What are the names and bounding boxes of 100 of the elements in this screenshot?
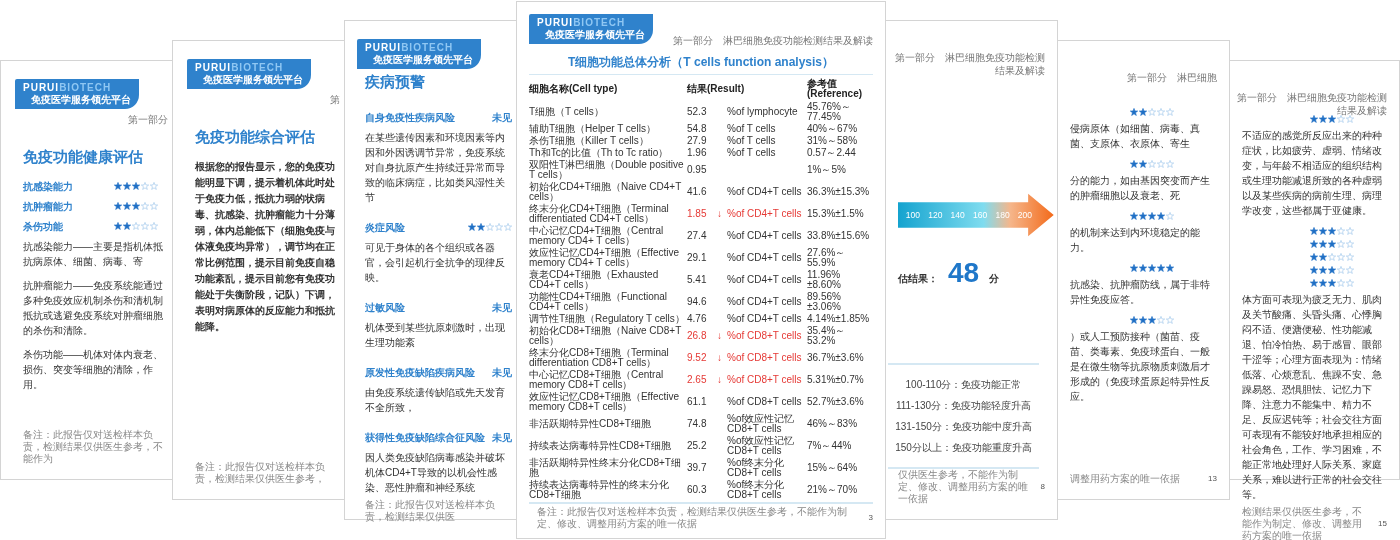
paragraph: 抗感染能力——主要是指机体抵抗病原体、细菌、病毒、寄 <box>23 239 164 269</box>
table-cell-text: 初始化CD4+T细胞（Naive CD4+T cells） <box>529 182 683 202</box>
table-cell-text: 9.52 <box>687 353 708 363</box>
table-cell-text: %of效应性记忆CD8+T cells <box>727 414 796 434</box>
table-cell-text: 31%～58% <box>807 136 859 146</box>
table-cell-text: 0.57～2.44 <box>807 148 857 158</box>
table-cell-text: 36.7%±3.6% <box>807 353 865 363</box>
score-unit: 分 <box>989 272 1000 286</box>
risk-status: 未见 <box>492 110 512 125</box>
table-cell-text: %of效应性记忆CD8+T cells <box>727 436 796 456</box>
table-cell-text: %of CD4+T cells <box>727 231 803 241</box>
page-header: 第 <box>330 93 340 106</box>
tick-label: 180 <box>995 210 1010 221</box>
table-cell-text: ↓ <box>717 353 723 363</box>
risk-status: 未见 <box>492 365 512 380</box>
paragraph: ）或人工预防接种（菌苗、疫苗、类毒素、免疫球蛋白、一般是在微生物等抗原物质刺激后才形成的（免疫球蛋原起特异性反应。 <box>1070 330 1211 404</box>
table-cell-text: %of CD8+T cells <box>727 397 803 407</box>
risk-heading: 过敏风险 <box>365 300 405 315</box>
risk-heading: 炎症风险 <box>365 220 405 235</box>
table-cell-text: %of CD8+T cells <box>727 331 803 341</box>
footer-note: 调整用药方案的唯一依据 <box>1070 473 1180 485</box>
paragraph: 的机制来达到内环境稳定的能力。 <box>1070 226 1201 255</box>
risk-heading: 自身免疫性疾病风险 <box>365 110 455 125</box>
table-cell-text: 非活跃期特异性终末分化CD8+T细胞 <box>529 458 682 478</box>
logo-wordmark: PURUIBIOTECH <box>365 42 455 54</box>
score-label: 估结果： <box>898 272 938 286</box>
table-cell-text: 74.8 <box>687 419 708 429</box>
table-cell-text: T细胞（T cells） <box>529 107 605 117</box>
legend-item: 100-110分：免疫功能正常 <box>905 378 1022 392</box>
table-cell-text: 15.3%±1.5% <box>807 209 865 219</box>
table-cell-text: 94.6 <box>687 297 708 307</box>
table-cell-text: 36.3%±15.3% <box>807 187 871 197</box>
page-title: 免疫功能健康评估 <box>22 147 144 167</box>
table-cell-text: 15%～64% <box>807 463 859 473</box>
page-header: 第一部分 淋巴细胞免疫功能检测结果及解读 <box>894 51 1045 77</box>
tick-label: 140 <box>950 210 965 221</box>
table-cell-text: 持续表达病毒特异性CD8+T细胞 <box>529 441 672 451</box>
table-cell-text: 27.6%～55.9% <box>807 248 847 268</box>
paragraph: 机体受到某些抗原刺激时，出现生理功能紊 <box>365 320 506 350</box>
table-cell-text: 效应性记忆CD8+T细胞（Effective memory CD8+T cells） <box>529 392 681 412</box>
table-cell-text: 辅助T细胞（Helper T cells） <box>529 124 657 134</box>
paragraph: 不适应的感觉所反应出来的种种症状，比如疲劳、虚弱、情绪改变，与年龄不相适应的组织结构或生理功能减退所致的各种虚弱以及某些疾病的病前生理、病理学改变，这些都属于亚健康。 <box>1242 129 1383 218</box>
logo-wordmark: PURUIBIOTECH <box>195 62 285 74</box>
logo-tagline: 免疫医学服务领先平台 <box>372 54 473 66</box>
rating-label: 抗感染能力 <box>23 179 73 194</box>
page-number: 8 <box>1040 481 1045 493</box>
table-cell-text: %of CD4+T cells <box>727 275 803 285</box>
page-number: 3 <box>868 512 873 524</box>
table-cell-text: 中心记忆CD8+T细胞（Central memory CD8+T cells） <box>529 370 665 390</box>
table-cell-text: 35.4%～53.2% <box>807 326 847 346</box>
table-cell-text: %of lymphocyte <box>727 107 799 117</box>
table-cell-text: ↓ <box>717 209 723 219</box>
table-cell-text: 2.65 <box>687 375 708 385</box>
footer-note: 仅供医生参考，不能作为制定、修改、调整用药方案的唯一依据 <box>898 469 1029 505</box>
tick-label: 120 <box>928 210 943 221</box>
rating-label: 杀伤功能 <box>23 219 63 234</box>
table-cell-text: 持续表达病毒特异性的终末分化CD8+T细胞 <box>529 480 670 500</box>
table-cell-text: 初始化CD8+T细胞（Naive CD8+T cells） <box>529 326 683 346</box>
table-cell-text: %of CD4+T cells <box>727 209 803 219</box>
table-cell-text: 5.31%±0.7% <box>807 375 865 385</box>
page-header: 第一部分 <box>128 113 168 126</box>
logo-wordmark: PURUIBIOTECH <box>537 17 627 29</box>
table-cell-text: 33.8%±15.6% <box>807 231 871 241</box>
legend-item: 131-150分：免疫功能中度升高 <box>895 420 1032 434</box>
table-cell-text: 61.1 <box>687 397 708 407</box>
logo-tagline: 免疫医学服务领先平台 <box>544 29 645 41</box>
logo-tagline: 免疫医学服务领先平台 <box>202 74 303 86</box>
table-cell-text: %of T cells <box>727 148 777 158</box>
paragraph: 体方面可表现为疲乏无力、肌肉及关节酸痛、头昏头痛、心悸胸闷不适、便溏便秘、性功能减退、怕冷怕热、易于感冒、眼部干涩等；心理方面表现为：情绪低落、心烦意乱、焦躁不安、急躁易怒、恐惧胆怯、记忆力下降、注意力不能集中、精力不足、反应迟钝等；社会交往方面可表现有不能较好地承担相应的社会角色，工作、学习困难，不能正常地处理好人际关系、家庭关系，难以进行正常的社会交往等。 <box>1242 293 1383 502</box>
table-cell-text: 效应性记忆CD4+T细胞（Effective memory CD4+ T cells） <box>529 248 681 268</box>
logo-tagline: 免疫医学服务领先平台 <box>30 94 131 106</box>
column-header: 参考值(Reference) <box>807 79 864 99</box>
risk-heading: 获得性免疫缺陷综合征风险 <box>365 430 485 445</box>
paragraph: 在某些遗传因素和环境因素等内因和外因诱调节异常，免疫系统对自身抗原产生持续迁异常而导致的临床病症，比如类风湿性关节 <box>365 130 506 205</box>
rating-label: 抗肿瘤能力 <box>23 199 73 214</box>
table-cell-text: 60.3 <box>687 485 708 495</box>
table-cell-text: 1%～5% <box>807 165 847 175</box>
table-cell-text: 7%～44% <box>807 441 853 451</box>
table-cell-text: 11.96%±8.60% <box>807 270 842 290</box>
paragraph: 根据您的报告显示，您的免疫功能明显下调，提示着机体此时处于免疫力低，抵抗力弱的状病毒、抗感染、抗肿瘤能力十分薄弱，体内总能低下（细胞免疫与体液免疫均异常），调节均在正常比例范围，提示目前免疫自稳功能紊乱，提示目前您有免疫功能处于失衡阶段，记队）下调，表明对病原体的反应能力和抵抗能降。 <box>195 159 336 334</box>
table-cell-text: 4.14%±1.85% <box>807 314 871 324</box>
table-cell-text: %of CD4+T cells <box>727 187 803 197</box>
table-cell-text: 中心记忆CD4+T细胞（Central memory CD4+ T cells） <box>529 226 665 246</box>
table-cell-text: 终末分化CD8+T细胞（Terminal differentiation CD8+T cells） <box>529 348 670 368</box>
table-cell-text: %of终末分化CD8+T cells <box>727 480 786 500</box>
paragraph: 抗感染、抗肿瘤防线，属于非特异性免疫应答。 <box>1070 278 1211 307</box>
table-cell-text: 26.8 <box>687 331 708 341</box>
page-number: 15 <box>1378 518 1387 530</box>
table-cell-text: %of CD4+T cells <box>727 297 803 307</box>
table-cell-text: %of T cells <box>727 136 777 146</box>
footer-note: 备注：此报告仅对送检样本负责，检测结果仅供医生参考，不能作为制定、修改、调整用药方案的唯一依据 <box>537 506 848 530</box>
legend-item: 150分以上：免疫功能重度升高 <box>895 441 1032 455</box>
page-header: 第一部分 淋巴细胞免疫功能检测结果及解读 <box>1236 91 1387 117</box>
footer-note: 备注：此报告仅对送检样本负责，检测结果仅供医生参考，不能作为 <box>23 429 164 465</box>
table-cell-text: %of CD4+T cells <box>727 314 803 324</box>
table-cell-text: 非活跃期特异性CD8+T细胞 <box>529 419 652 429</box>
page-title: 免疫功能综合评估 <box>194 127 316 147</box>
table-cell-text: 1.85 <box>687 209 708 219</box>
page-title: 疾病预警 <box>364 72 426 92</box>
risk-heading: 原发性免疫缺陷疾病风险 <box>365 365 475 380</box>
